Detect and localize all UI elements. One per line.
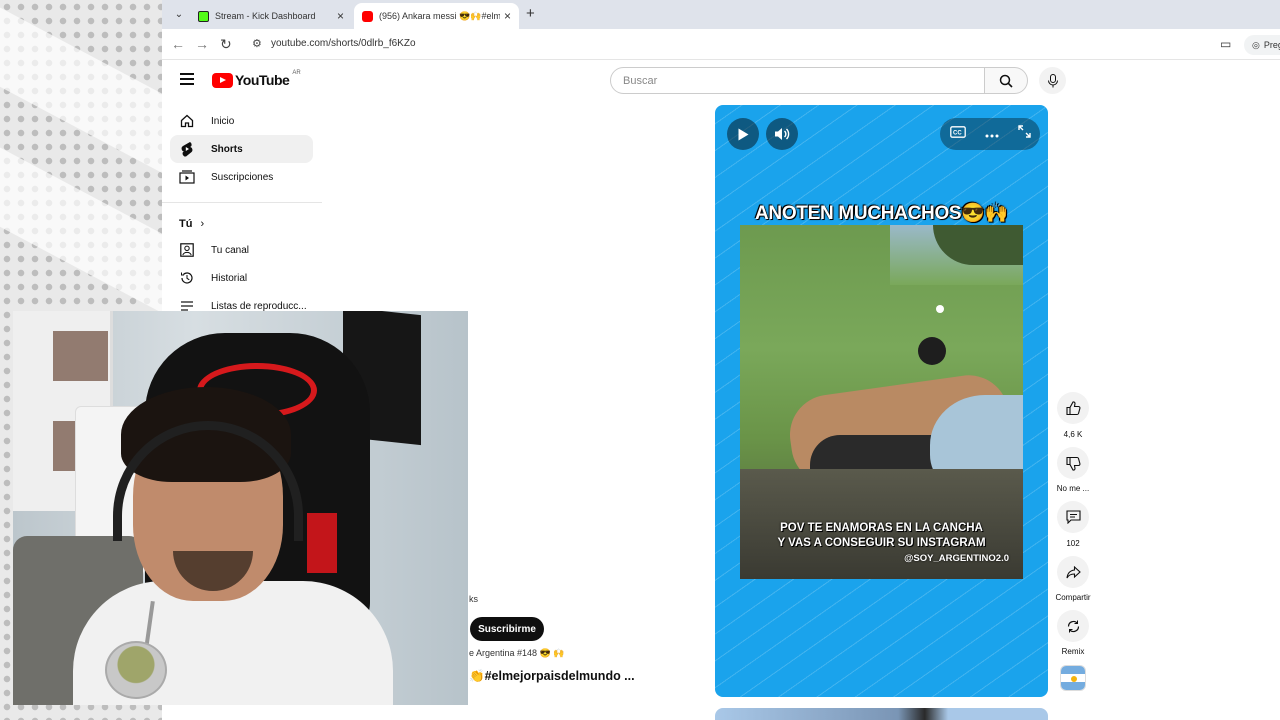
ask-button[interactable]: ◎ Preg <box>1244 35 1280 55</box>
shorts-icon <box>179 141 195 157</box>
youtube-play-icon <box>212 72 233 88</box>
sidebar-you-header[interactable]: Tú › <box>162 212 322 236</box>
share-button[interactable] <box>1057 556 1089 588</box>
webcam-overlay <box>13 311 468 705</box>
youtube-logo[interactable]: YouTube AR <box>212 70 301 88</box>
volume-icon <box>775 128 790 140</box>
shorts-label-fragment: ks <box>469 594 478 604</box>
sidebar-item-tu-canal[interactable]: Tu canal <box>170 236 313 264</box>
new-tab-icon[interactable]: + <box>526 5 535 22</box>
share-icon <box>1065 565 1081 578</box>
search-button[interactable] <box>984 67 1028 94</box>
short-subtitle: e Argentina #148 😎 🙌 <box>469 648 565 658</box>
remix-button[interactable] <box>1057 610 1089 642</box>
svg-text:CC: CC <box>953 131 962 137</box>
close-tab-icon[interactable]: × <box>337 9 344 23</box>
browser-tab-bar: ⌄ Stream - Kick Dashboard × (956) Ankara… <box>162 0 1280 29</box>
tab-kick-dashboard[interactable]: Stream - Kick Dashboard × <box>190 3 352 29</box>
close-tab-icon[interactable]: × <box>504 9 511 23</box>
fullscreen-icon[interactable] <box>1017 125 1031 143</box>
sidebar-item-historial[interactable]: Historial <box>170 264 313 292</box>
comments-button[interactable] <box>1057 501 1089 533</box>
voice-search-button[interactable] <box>1039 67 1066 94</box>
subscribe-button[interactable]: Suscribirme <box>470 617 544 641</box>
more-options-icon[interactable] <box>985 125 999 143</box>
comment-icon <box>1065 510 1081 524</box>
short-title[interactable]: 👏#elmejorpaisdelmundo ... <box>469 669 635 684</box>
next-short-preview[interactable] <box>715 708 1048 720</box>
mate-cup <box>105 641 167 699</box>
microphone-icon <box>1047 73 1058 87</box>
site-info-icon[interactable]: ⚙ <box>252 37 262 50</box>
you-header-label: Tú <box>179 218 193 230</box>
tab-label: Stream - Kick Dashboard <box>215 11 316 21</box>
clip-dog <box>918 337 946 365</box>
tab-label: (956) Ankara messi 😎🙌#elm <box>379 10 500 21</box>
tab-youtube-short[interactable]: (956) Ankara messi 😎🙌#elm × <box>354 3 519 29</box>
reload-icon[interactable]: ↻ <box>220 36 232 53</box>
ask-label: Preg <box>1263 40 1280 50</box>
sidebar-divider <box>162 202 322 203</box>
sun-icon <box>1071 676 1077 682</box>
chevron-right-icon: › <box>200 218 205 230</box>
volume-button[interactable] <box>766 118 798 150</box>
sidebar-item-label: Tu canal <box>211 244 249 256</box>
tab-search-chevron-icon[interactable]: ⌄ <box>170 5 188 23</box>
lens-icon: ◎ <box>1252 39 1260 50</box>
clip-ball <box>936 305 944 313</box>
play-button[interactable] <box>727 118 759 150</box>
video-handle: @SOY_ARGENTINO2.0 <box>904 553 1009 564</box>
forward-arrow-icon[interactable]: → <box>195 36 209 52</box>
sidebar-item-label: Shorts <box>211 143 243 155</box>
thumbs-up-icon <box>1065 400 1080 415</box>
region-code: AR <box>292 70 301 76</box>
account-icon <box>179 242 195 258</box>
address-bar: ← → ↻ ⚙ youtube.com/shorts/0dlrb_f6KZo ▭… <box>162 29 1280 60</box>
short-video-player[interactable]: CC ANOTEN MUCHACHOS😎🙌 POV TE ENAMORAS EN… <box>715 105 1048 697</box>
search-input[interactable]: Buscar <box>610 67 985 94</box>
logo-text: YouTube <box>235 72 290 88</box>
dislike-label: No me ... <box>1056 484 1090 493</box>
sidebar: Inicio Shorts Suscripciones Tú › Tu cana… <box>162 107 322 320</box>
sidebar-item-inicio[interactable]: Inicio <box>170 107 313 135</box>
sidebar-item-label: Suscripciones <box>211 171 274 183</box>
video-frame: POV TE ENAMORAS EN LA CANCHA Y VAS A CON… <box>740 225 1023 579</box>
sidebar-item-label: Listas de reproducc... <box>211 300 307 312</box>
player-controls-group: CC <box>940 118 1040 150</box>
like-count: 4,6 K <box>1063 430 1083 439</box>
play-icon <box>738 128 749 140</box>
menu-icon[interactable] <box>180 73 194 88</box>
share-label: Compartir <box>1055 593 1091 602</box>
sidebar-item-shorts[interactable]: Shorts <box>170 135 313 163</box>
cast-icon[interactable]: ▭ <box>1220 37 1231 51</box>
history-icon <box>179 270 195 286</box>
youtube-favicon-icon <box>362 10 373 22</box>
dislike-button[interactable] <box>1057 447 1089 479</box>
thumbs-down-icon <box>1065 456 1080 471</box>
search-icon <box>999 74 1013 88</box>
short-top-caption: ANOTEN MUCHACHOS😎🙌 <box>754 203 1009 224</box>
captions-icon[interactable]: CC <box>949 125 966 143</box>
sidebar-item-label: Historial <box>211 272 248 284</box>
subscriptions-icon <box>179 169 195 185</box>
remix-icon <box>1067 620 1079 632</box>
url-field[interactable]: youtube.com/shorts/0dlrb_f6KZo <box>271 38 416 49</box>
home-icon <box>179 113 195 129</box>
like-button[interactable] <box>1057 392 1089 424</box>
sidebar-item-label: Inicio <box>211 115 235 127</box>
channel-avatar[interactable] <box>1060 665 1086 691</box>
video-subtitle-line-1: POV TE ENAMORAS EN LA CANCHA <box>780 522 983 534</box>
video-subtitle-line-2: Y VAS A CONSEGUIR SU INSTAGRAM <box>777 537 986 549</box>
comment-count: 102 <box>1066 539 1080 548</box>
kick-favicon-icon <box>198 10 209 22</box>
youtube-header: YouTube AR Buscar <box>162 60 1280 100</box>
remix-label: Remix <box>1061 647 1085 656</box>
sidebar-item-suscripciones[interactable]: Suscripciones <box>170 163 313 191</box>
chair-red-accent <box>307 513 337 573</box>
back-arrow-icon[interactable]: ← <box>171 36 185 52</box>
